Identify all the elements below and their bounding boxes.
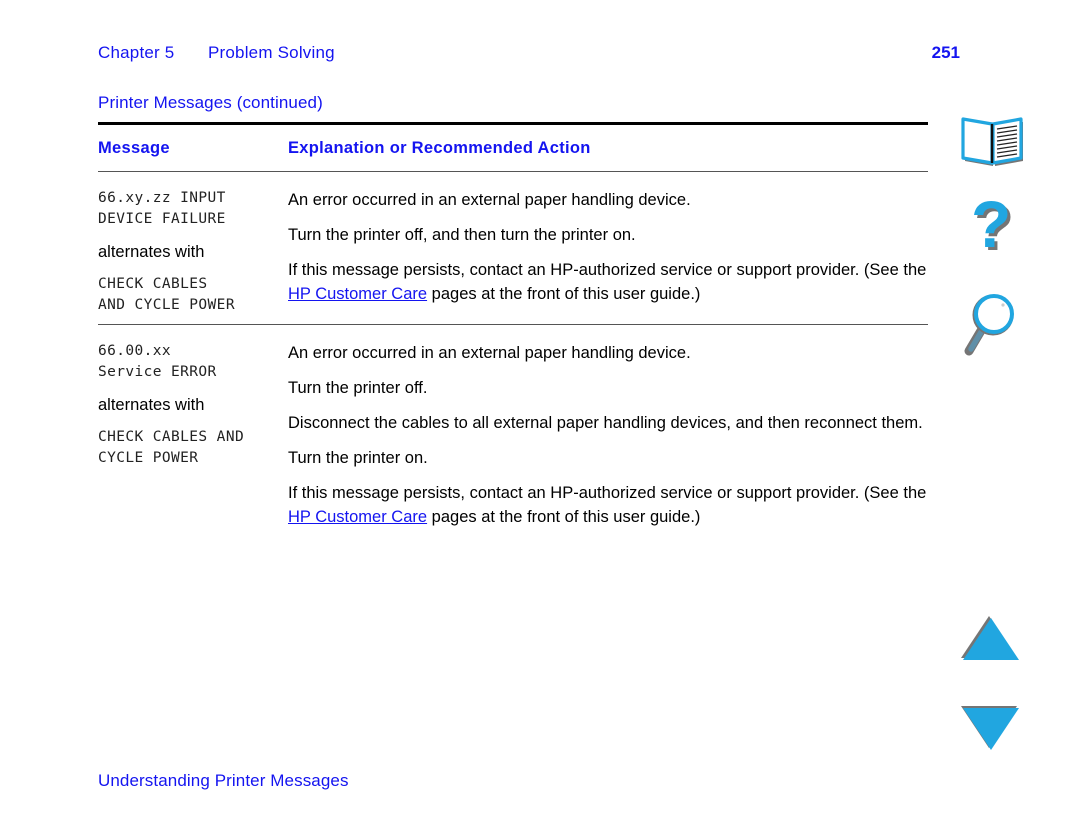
svg-text:?: ? — [971, 192, 1011, 261]
table-row: 66.xy.zz INPUT DEVICE FAILURE alternates… — [98, 172, 928, 324]
explanation-paragraph-with-link: If this message persists, contact an HP-… — [288, 481, 928, 529]
message-lines-top: 66.00.xx Service ERROR — [98, 341, 283, 383]
explanation-paragraph: An error occurred in an external paper h… — [288, 191, 691, 209]
question-mark-icon[interactable]: ? ? — [960, 187, 1056, 270]
table-cell-message: 66.00.xx Service ERROR alternates with C… — [98, 341, 283, 469]
message-line: 66.xy.zz INPUT — [98, 190, 226, 206]
page-footer-link[interactable]: Understanding Printer Messages — [98, 771, 349, 791]
message-line: CYCLE POWER — [98, 450, 199, 466]
header-page-number: 251 — [931, 43, 960, 62]
triangle-down-icon[interactable] — [960, 704, 1056, 752]
page-header: Chapter 5 Problem Solving 251 — [98, 43, 960, 69]
paragraph-text-before-link: If this message persists, contact an HP-… — [288, 484, 927, 502]
explanation-paragraph: Turn the printer off, and then turn the … — [288, 226, 636, 244]
alternates-with-label: alternates with — [98, 243, 205, 261]
navigation-icon-bar: ? ? — [960, 0, 1080, 834]
message-line: CHECK CABLES — [98, 276, 208, 292]
explanation-paragraph: Turn the printer off. — [288, 379, 428, 397]
header-section-title: Problem Solving — [208, 43, 335, 62]
paragraph-text-after-link: pages at the front of this user guide.) — [427, 285, 701, 303]
message-line: DEVICE FAILURE — [98, 211, 226, 227]
table-cell-explanation: An error occurred in an external paper h… — [288, 188, 928, 306]
triangle-up-icon[interactable] — [960, 614, 1056, 662]
alternates-with-label: alternates with — [98, 396, 205, 414]
message-line: Service ERROR — [98, 364, 217, 380]
explanation-paragraph: An error occurred in an external paper h… — [288, 344, 691, 362]
book-icon[interactable] — [960, 114, 1056, 170]
table-cell-explanation: An error occurred in an external paper h… — [288, 341, 928, 529]
header-chapter-label: Chapter 5 — [98, 43, 175, 62]
message-line: AND CYCLE POWER — [98, 297, 235, 313]
message-lines-bottom: CHECK CABLES AND CYCLE POWER — [98, 274, 283, 316]
paragraph-text-before-link: If this message persists, contact an HP-… — [288, 261, 927, 279]
table-row: 66.00.xx Service ERROR alternates with C… — [98, 325, 928, 550]
column-header-explanation: Explanation or Recommended Action — [288, 139, 591, 157]
table-header-row: Message Explanation or Recommended Actio… — [98, 125, 928, 171]
message-lines-bottom: CHECK CABLES AND CYCLE POWER — [98, 427, 283, 469]
table-caption: Printer Messages (continued) — [98, 93, 323, 112]
printer-messages-table: Message Explanation or Recommended Actio… — [98, 122, 928, 550]
paragraph-text-after-link: pages at the front of this user guide.) — [427, 508, 701, 526]
hp-customer-care-link[interactable]: HP Customer Care — [288, 508, 427, 526]
explanation-paragraph: Disconnect the cables to all external pa… — [288, 414, 923, 432]
document-page: Chapter 5 Problem Solving 251 Printer Me… — [0, 0, 1080, 834]
hp-customer-care-link[interactable]: HP Customer Care — [288, 285, 427, 303]
message-lines-top: 66.xy.zz INPUT DEVICE FAILURE — [98, 188, 283, 230]
column-header-message: Message — [98, 139, 170, 157]
explanation-paragraph: Turn the printer on. — [288, 449, 428, 467]
message-line: 66.00.xx — [98, 343, 172, 359]
explanation-paragraph-with-link: If this message persists, contact an HP-… — [288, 258, 928, 306]
magnifier-icon[interactable] — [960, 288, 1056, 358]
table-cell-message: 66.xy.zz INPUT DEVICE FAILURE alternates… — [98, 188, 283, 316]
message-line: CHECK CABLES AND — [98, 429, 245, 445]
